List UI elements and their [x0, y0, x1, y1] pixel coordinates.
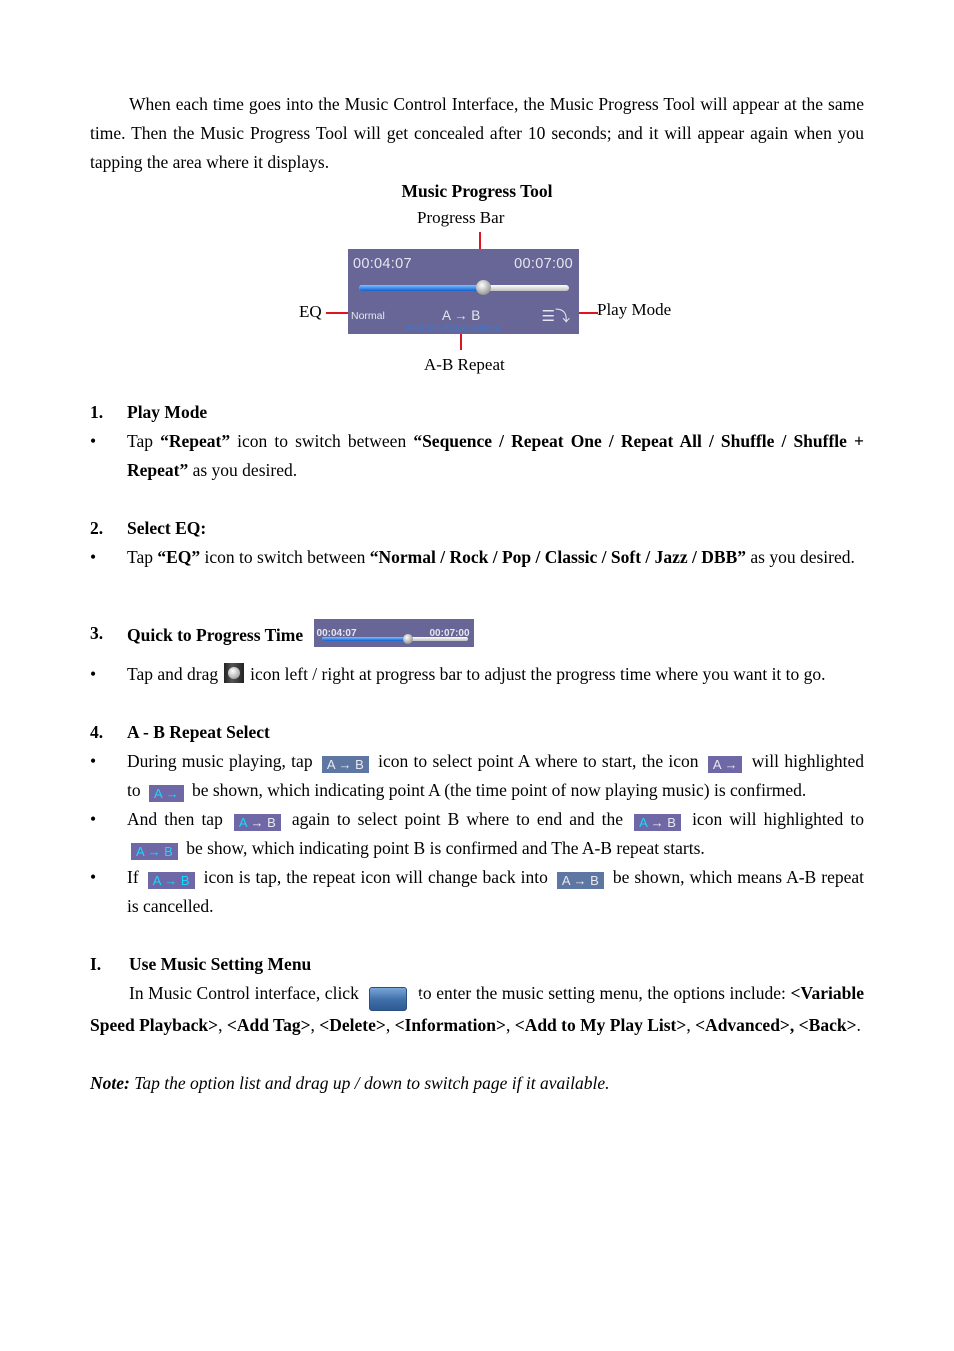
- callout-line-eq: [326, 312, 348, 314]
- text: And then tap: [127, 809, 223, 829]
- text: icon left / right at progress bar to adj…: [250, 664, 826, 684]
- repeat-list-icon: ☰⤵: [541, 308, 570, 325]
- section-number: 1.: [90, 402, 104, 422]
- text: as you desired.: [188, 460, 298, 480]
- play-mode-button[interactable]: ☰⤵: [542, 305, 570, 326]
- section-title: Play Mode: [127, 402, 208, 422]
- label-progress-bar: Progress Bar: [417, 208, 505, 227]
- label-eq: EQ: [299, 302, 322, 321]
- label-ab-repeat: A-B Repeat: [424, 355, 505, 374]
- option: <Add to My Play List>: [514, 1015, 687, 1035]
- text: icon is tap, the repeat icon will change…: [203, 867, 548, 887]
- progress-bar[interactable]: [359, 280, 569, 295]
- ab-repeat-icon: A → B: [321, 756, 369, 773]
- bullet-item: And then tap A → B again to select point…: [90, 805, 864, 863]
- text: Tap: [127, 431, 161, 451]
- drag-knob-icon: [224, 663, 245, 683]
- progress-fill: [359, 285, 483, 291]
- text: be shown, which indicating point A (the …: [191, 780, 807, 800]
- icon-text: →: [250, 815, 264, 830]
- a-point-icon: A →: [707, 756, 743, 773]
- icon-text: →: [650, 815, 664, 830]
- icon-text: B: [267, 815, 276, 830]
- icon-text: A → B: [136, 844, 173, 859]
- text: In Music Control interface, click: [129, 983, 359, 1003]
- text: icon to switch between: [230, 431, 414, 451]
- ab-repeat-button[interactable]: A → B: [442, 308, 480, 323]
- section-title: A - B Repeat Select: [127, 722, 270, 742]
- bullet-item: During music playing, tap A → B icon to …: [90, 747, 864, 805]
- bullet-item: Tap and drag icon left / right at progres…: [90, 660, 864, 689]
- section-setting-menu: I. Use Music Setting Menu: [90, 950, 864, 979]
- progress-thumb[interactable]: [475, 280, 491, 295]
- current-time: 00:04:07: [353, 256, 412, 272]
- option: <Add Tag>: [226, 1015, 311, 1035]
- music-progress-figure: Progress Bar EQ Play Mode A-B Repeat 00:…: [90, 208, 864, 398]
- text: If: [127, 867, 139, 887]
- icon-text: B: [667, 815, 676, 830]
- icon-text: A → B: [152, 873, 190, 888]
- bold-text: “EQ”: [157, 547, 201, 567]
- text: Tap and drag: [127, 664, 219, 684]
- icon-text: A →: [154, 786, 179, 801]
- figure-title: Music Progress Tool: [401, 181, 553, 201]
- section-title: Use Music Setting Menu: [129, 954, 312, 974]
- bullet-item: Tap “EQ” icon to switch between “Normal …: [90, 543, 864, 572]
- document-page: When each time goes into the Music Contr…: [90, 90, 864, 1098]
- progress-thumb[interactable]: [402, 634, 413, 644]
- settings-paragraph: In Music Control interface, click ⚙ to e…: [90, 983, 864, 1035]
- icon-text: A: [639, 815, 648, 830]
- option: <Advanced>: [695, 1015, 790, 1035]
- current-time: 00:04:07: [316, 628, 357, 639]
- icon-text: A: [238, 815, 247, 830]
- mini-progress-tool: 00:04:07 00:07:00: [313, 619, 474, 647]
- lyric-text: And still those voices: [406, 323, 500, 334]
- bullet-item: If A → B icon is tap, the repeat icon wi…: [90, 863, 864, 921]
- callout-line-play-mode: [578, 312, 598, 314]
- eq-button[interactable]: Normal: [351, 310, 385, 322]
- section-number: 3.: [90, 623, 104, 643]
- text: icon to switch between: [200, 547, 370, 567]
- ab-repeat-icon: A → B: [556, 872, 604, 889]
- ab-highlighted-icon: A → B: [634, 814, 681, 831]
- music-progress-tool: 00:04:07 00:07:00 Normal A → B ☰⤵ And st…: [348, 249, 579, 334]
- bullet-item: Tap “Repeat” icon to switch between “Seq…: [90, 427, 864, 485]
- section-title: Quick to Progress Time: [127, 625, 304, 645]
- total-time: 00:07:00: [429, 628, 470, 639]
- option: <Information>: [394, 1015, 506, 1035]
- section-quick-progress: 3. Quick to Progress Time 00:04:07 00:07…: [90, 619, 864, 650]
- section-title: Select EQ:: [127, 518, 207, 538]
- text: Tap: [127, 547, 158, 567]
- a-set-icon: A → B: [233, 814, 281, 831]
- text: as you desired.: [746, 547, 855, 567]
- note-text: Tap the option list and drag up / down t…: [129, 1073, 610, 1093]
- progress-bar[interactable]: [321, 634, 468, 644]
- note-label: Note:: [90, 1073, 130, 1093]
- bold-text: “Repeat”: [160, 431, 231, 451]
- section-play-mode: 1. Play Mode: [90, 398, 864, 427]
- bold-text: “Normal / Rock / Pop / Classic / Soft / …: [369, 547, 747, 567]
- ab-active-icon: A → B: [131, 843, 178, 860]
- total-time: 00:07:00: [514, 256, 573, 272]
- note: Note: Tap the option list and drag up / …: [90, 1069, 864, 1098]
- option: <Back>: [798, 1015, 857, 1035]
- section-number: 2.: [90, 518, 104, 538]
- section-select-eq: 2. Select EQ:: [90, 514, 864, 543]
- intro-paragraph: When each time goes into the Music Contr…: [90, 94, 864, 172]
- a-point-highlighted-icon: A →: [149, 785, 184, 802]
- text: again to select point B where to end and…: [291, 809, 623, 829]
- settings-gear-icon[interactable]: ⚙: [369, 987, 422, 1011]
- option: <Delete>: [319, 1015, 386, 1035]
- section-number: I.: [90, 954, 102, 974]
- text: icon to select point A where to start, t…: [378, 751, 699, 771]
- label-play-mode: Play Mode: [597, 300, 672, 319]
- progress-fill: [321, 637, 408, 641]
- text: icon will highlighted to: [692, 809, 865, 829]
- text: During music playing, tap: [127, 751, 313, 771]
- section-number: 4.: [90, 722, 104, 742]
- ab-active-icon: A → B: [147, 872, 195, 889]
- section-ab-repeat: 4. A - B Repeat Select: [90, 718, 864, 747]
- text: to enter the music setting menu, the opt…: [418, 983, 786, 1003]
- text: be show, which indicating point B is con…: [186, 838, 705, 858]
